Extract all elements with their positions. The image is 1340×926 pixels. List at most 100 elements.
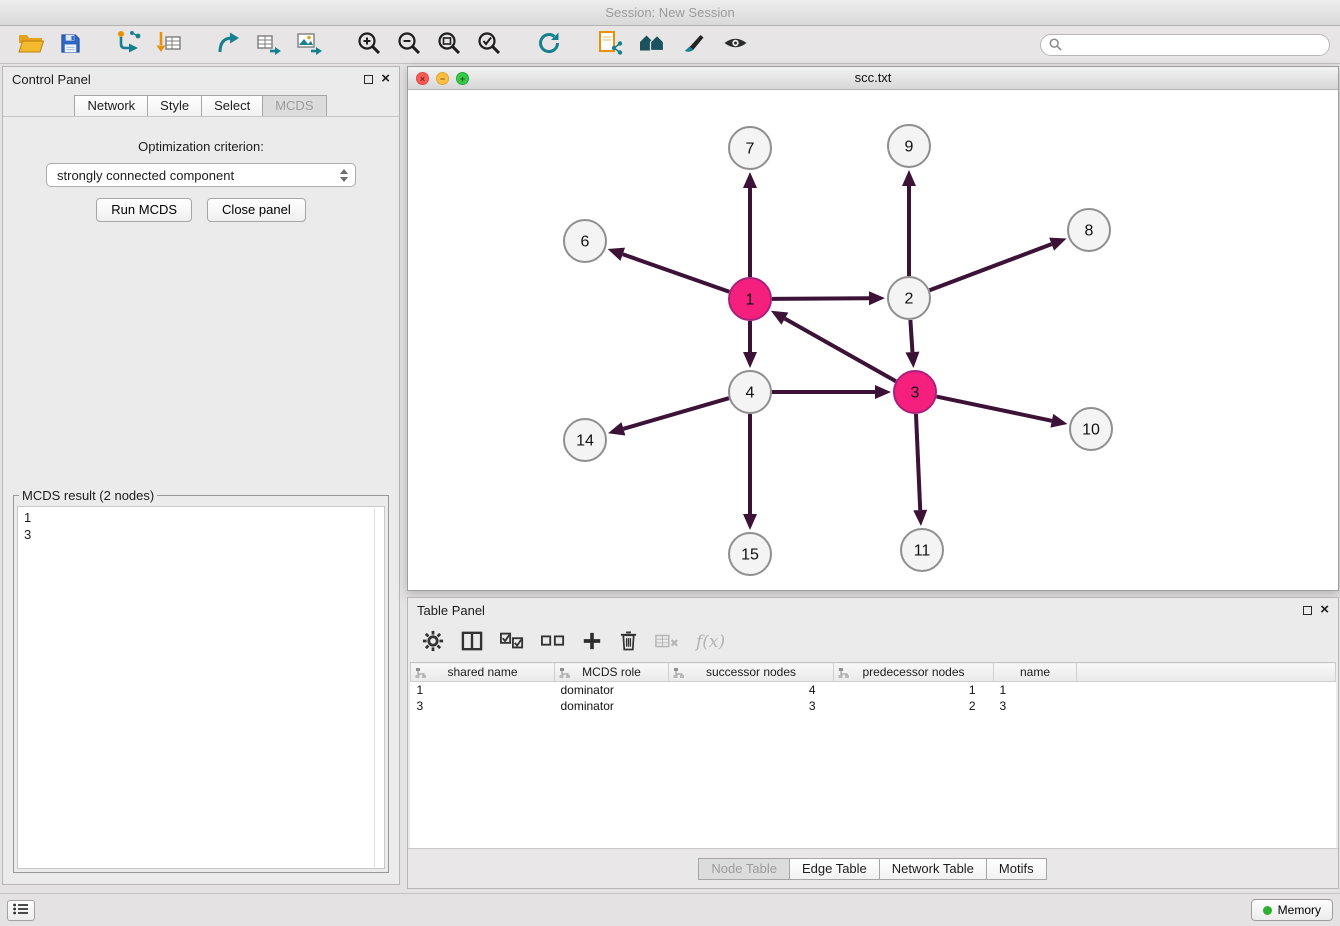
memory-status-icon bbox=[1263, 906, 1272, 915]
cell-shared-name[interactable]: 3 bbox=[411, 698, 555, 714]
graph-edge[interactable] bbox=[772, 298, 869, 299]
column-header-successor-nodes[interactable]: successor nodes bbox=[669, 663, 834, 682]
graph-edge[interactable] bbox=[930, 244, 1052, 290]
select-all-button[interactable] bbox=[500, 632, 524, 653]
graph-edge[interactable] bbox=[916, 414, 920, 510]
zoom-out-button[interactable] bbox=[392, 28, 426, 61]
delete-column-button[interactable] bbox=[619, 630, 638, 654]
cell-predecessor-nodes[interactable]: 1 bbox=[834, 682, 994, 698]
graph-node-9[interactable]: 9 bbox=[888, 125, 930, 167]
cell-predecessor-nodes[interactable]: 2 bbox=[834, 698, 994, 714]
graph-node-7[interactable]: 7 bbox=[729, 127, 771, 169]
memory-label: Memory bbox=[1278, 903, 1321, 917]
function-builder-button[interactable]: f(x) bbox=[696, 632, 725, 652]
tab-style[interactable]: Style bbox=[147, 95, 202, 117]
graph-edge[interactable] bbox=[910, 320, 912, 352]
save-session-button[interactable] bbox=[55, 30, 86, 60]
network-graph[interactable]: 7 9 6 8 1 2 4 3 14 10 15 11 bbox=[408, 90, 1338, 590]
zoom-selected-button[interactable] bbox=[472, 28, 506, 61]
graph-edge[interactable] bbox=[623, 254, 730, 291]
tab-select[interactable]: Select bbox=[201, 95, 263, 117]
graph-edge-arrowhead bbox=[913, 510, 927, 526]
import-network-button[interactable] bbox=[112, 28, 146, 61]
close-table-panel-icon[interactable]: × bbox=[1320, 604, 1329, 616]
graph-edge-arrowhead bbox=[608, 248, 625, 261]
graph-edge[interactable] bbox=[937, 397, 1052, 421]
graph-node-2[interactable]: 2 bbox=[888, 277, 930, 319]
graph-node-4[interactable]: 4 bbox=[729, 371, 771, 413]
export-network-button[interactable] bbox=[212, 28, 246, 61]
graph-edge[interactable] bbox=[785, 319, 896, 382]
right-column: × − + scc.txt 7968124314101511 Table Pan… bbox=[407, 66, 1339, 889]
close-panel-icon[interactable]: × bbox=[381, 73, 390, 85]
checked-boxes-icon bbox=[500, 632, 524, 653]
tab-node-table[interactable]: Node Table bbox=[698, 858, 790, 880]
mcds-result-list[interactable]: 1 3 bbox=[17, 506, 385, 869]
criterion-dropdown-value: strongly connected component bbox=[57, 168, 339, 183]
graph-node-3[interactable]: 3 bbox=[894, 371, 936, 413]
deselect-all-button[interactable] bbox=[541, 633, 565, 652]
memory-button[interactable]: Memory bbox=[1251, 899, 1333, 921]
graph-node-6[interactable]: 6 bbox=[564, 220, 606, 262]
cell-successor-nodes[interactable]: 4 bbox=[669, 682, 834, 698]
network-window-titlebar[interactable]: × − + scc.txt bbox=[408, 67, 1338, 90]
show-details-button[interactable] bbox=[718, 29, 753, 60]
criterion-dropdown[interactable]: strongly connected component bbox=[46, 163, 356, 187]
home-overview-button[interactable] bbox=[634, 29, 672, 60]
maximize-window-button[interactable]: + bbox=[456, 72, 469, 85]
cell-shared-name[interactable]: 1 bbox=[411, 682, 555, 698]
cell-mcds-role[interactable]: dominator bbox=[555, 682, 669, 698]
graph-edge-arrowhead bbox=[875, 385, 891, 399]
table-row[interactable]: 1 dominator 4 1 1 bbox=[411, 682, 1336, 698]
column-header-predecessor-nodes[interactable]: predecessor nodes bbox=[834, 663, 994, 682]
graph-node-15[interactable]: 15 bbox=[729, 533, 771, 575]
close-panel-button[interactable]: Close panel bbox=[207, 198, 306, 222]
graph-node-10[interactable]: 10 bbox=[1070, 408, 1112, 450]
tab-network[interactable]: Network bbox=[74, 95, 148, 117]
column-header-shared-name[interactable]: shared name bbox=[411, 663, 555, 682]
graph-edge[interactable] bbox=[623, 398, 728, 429]
cell-name[interactable]: 3 bbox=[994, 698, 1077, 714]
add-column-button[interactable] bbox=[582, 631, 602, 654]
svg-text:11: 11 bbox=[914, 543, 931, 560]
tab-network-table[interactable]: Network Table bbox=[879, 858, 987, 880]
delete-table-button[interactable] bbox=[655, 632, 679, 653]
column-header-name[interactable]: name bbox=[994, 663, 1077, 682]
cell-name[interactable]: 1 bbox=[994, 682, 1077, 698]
tab-edge-table[interactable]: Edge Table bbox=[789, 858, 880, 880]
network-document-button[interactable] bbox=[592, 28, 628, 61]
float-table-panel-icon[interactable] bbox=[1303, 606, 1312, 615]
minimize-window-button[interactable]: − bbox=[436, 72, 449, 85]
window-titlebar[interactable]: Session: New Session bbox=[0, 0, 1340, 26]
window-controls: × − + bbox=[416, 72, 469, 85]
apply-style-button[interactable] bbox=[678, 29, 712, 60]
search-box[interactable] bbox=[1040, 34, 1330, 56]
graph-node-11[interactable]: 11 bbox=[901, 529, 943, 571]
task-history-button[interactable] bbox=[7, 900, 35, 921]
graph-node-8[interactable]: 8 bbox=[1068, 209, 1110, 251]
export-table-button[interactable] bbox=[252, 28, 286, 61]
import-table-button[interactable] bbox=[152, 28, 186, 61]
tab-motifs[interactable]: Motifs bbox=[986, 858, 1047, 880]
show-columns-button[interactable] bbox=[461, 631, 483, 654]
cell-successor-nodes[interactable]: 3 bbox=[669, 698, 834, 714]
table-settings-button[interactable] bbox=[422, 630, 444, 655]
close-window-button[interactable]: × bbox=[416, 72, 429, 85]
cell-mcds-role[interactable]: dominator bbox=[555, 698, 669, 714]
network-canvas[interactable]: 7 9 6 8 1 2 4 3 14 10 15 11 bbox=[408, 90, 1338, 590]
table-row[interactable]: 3 dominator 3 2 3 bbox=[411, 698, 1336, 714]
graph-node-1[interactable]: 1 bbox=[729, 278, 771, 320]
column-header-mcds-role[interactable]: MCDS role bbox=[555, 663, 669, 682]
zoom-in-button[interactable] bbox=[352, 28, 386, 61]
export-image-button[interactable] bbox=[292, 28, 326, 61]
run-mcds-button[interactable]: Run MCDS bbox=[96, 198, 192, 222]
search-input[interactable] bbox=[1067, 38, 1321, 52]
zoom-fit-button[interactable] bbox=[432, 28, 466, 61]
refresh-layout-button[interactable] bbox=[532, 28, 566, 61]
float-panel-icon[interactable] bbox=[364, 75, 373, 84]
tab-mcds[interactable]: MCDS bbox=[262, 95, 326, 117]
open-session-button[interactable] bbox=[13, 30, 49, 60]
plus-icon bbox=[582, 631, 602, 654]
table-tabs-strip: Node Table Edge Table Network Table Moti… bbox=[408, 848, 1338, 888]
graph-node-14[interactable]: 14 bbox=[564, 419, 606, 461]
